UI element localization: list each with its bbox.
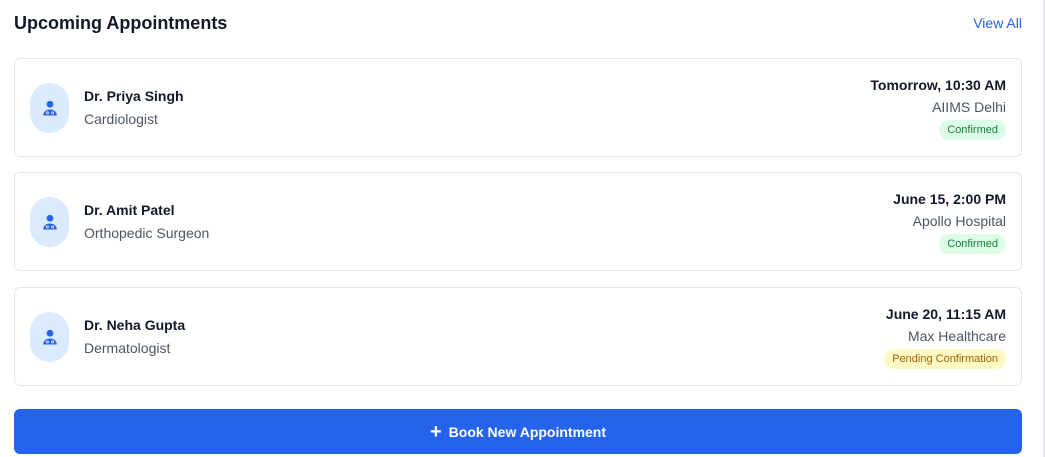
status-badge: Confirmed (939, 233, 1006, 254)
doctor-specialty: Dermatologist (84, 340, 171, 356)
appointment-location: AIIMS Delhi (932, 98, 1006, 115)
doctor-specialty: Cardiologist (84, 111, 158, 127)
view-all-link[interactable]: View All (973, 15, 1022, 31)
appointment-details: June 20, 11:15 AM Max Healthcare Pending… (884, 305, 1006, 369)
appointment-datetime: June 15, 2:00 PM (893, 190, 1006, 207)
doctor-icon (30, 82, 69, 133)
appointment-location: Max Healthcare (907, 327, 1006, 344)
doctor-specialty: Orthopedic Surgeon (84, 225, 210, 241)
panel-header: Upcoming Appointments View All (14, 11, 1022, 35)
doctor-icon (30, 311, 69, 362)
plus-icon: + (429, 420, 442, 443)
book-button-label: Book New Appointment (448, 423, 607, 440)
appointment-doctor-info: Dr. Neha Gupta Dermatologist (30, 311, 186, 362)
doctor-icon (30, 196, 69, 247)
doctor-name: Dr. Priya Singh (84, 88, 184, 104)
status-badge: Confirmed (939, 119, 1006, 140)
book-new-appointment-button[interactable]: + Book New Appointment (14, 409, 1022, 454)
appointment-datetime: Tomorrow, 10:30 AM (870, 76, 1006, 93)
appointment-card[interactable]: Dr. Amit Patel Orthopedic Surgeon June 1… (14, 172, 1022, 271)
appointment-doctor-info: Dr. Amit Patel Orthopedic Surgeon (30, 196, 210, 247)
appointment-location: Apollo Hospital (912, 212, 1006, 229)
appointment-card[interactable]: Dr. Priya Singh Cardiologist Tomorrow, 1… (14, 58, 1022, 157)
appointments-panel: Upcoming Appointments View All Dr. Priya… (0, 0, 1045, 457)
panel-title: Upcoming Appointments (14, 12, 228, 33)
status-badge: Pending Confirmation (884, 348, 1006, 369)
appointment-datetime: June 20, 11:15 AM (885, 305, 1006, 322)
appointment-doctor-info: Dr. Priya Singh Cardiologist (30, 82, 184, 133)
appointment-details: Tomorrow, 10:30 AM AIIMS Delhi Confirmed (870, 76, 1006, 140)
doctor-name: Dr. Amit Patel (84, 202, 175, 218)
appointment-details: June 15, 2:00 PM Apollo Hospital Confirm… (893, 190, 1006, 254)
doctor-name: Dr. Neha Gupta (84, 317, 186, 333)
appointment-card[interactable]: Dr. Neha Gupta Dermatologist June 20, 11… (14, 287, 1022, 386)
